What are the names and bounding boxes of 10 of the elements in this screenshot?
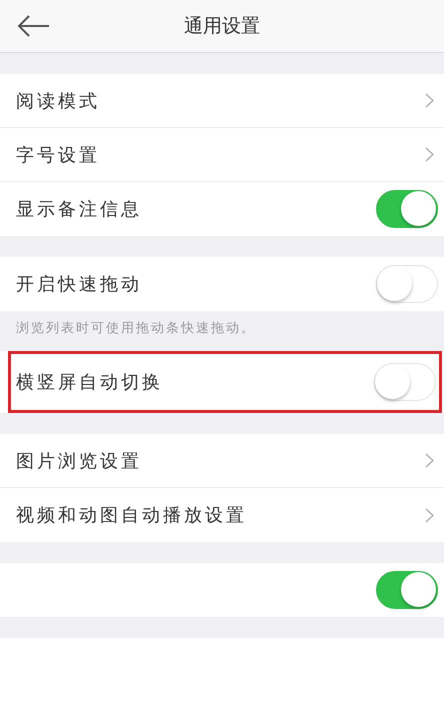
setting-label: 图片浏览设置 [16, 450, 143, 472]
setting-label: 阅读模式 [16, 90, 101, 112]
setting-label: 视频和动图自动播放设置 [16, 504, 248, 527]
page-title: 通用设置 [183, 14, 261, 39]
setting-label: 横竖屏自动切换 [16, 371, 164, 394]
setting-label: 显示备注信息 [16, 198, 143, 221]
setting-label: 开启快速拖动 [16, 273, 143, 296]
toggle-switch[interactable] [376, 571, 438, 609]
setting-label: 字号设置 [16, 144, 101, 166]
toggle-switch[interactable] [376, 190, 438, 228]
